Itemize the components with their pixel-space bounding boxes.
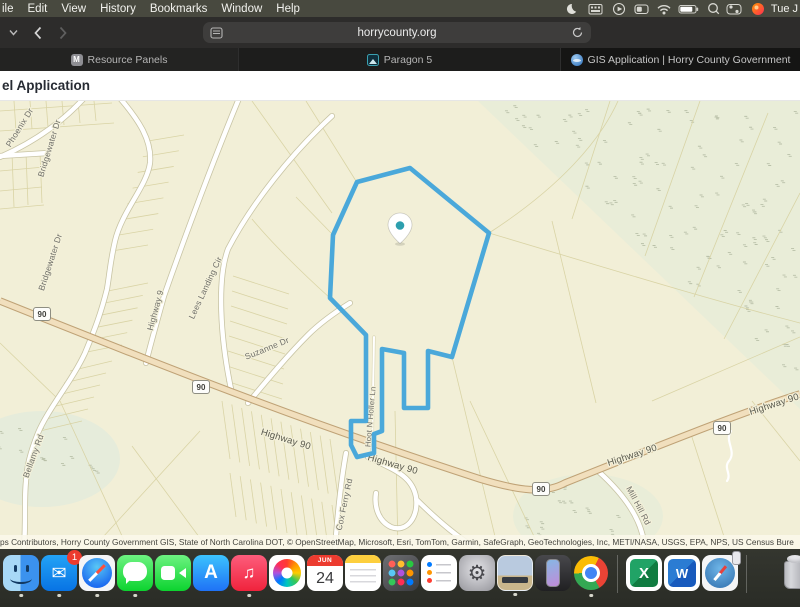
menu-items: ileEditViewHistoryBookmarksWindowHelp (0, 3, 307, 15)
menu-item-view[interactable]: View (54, 3, 93, 15)
map-viewport[interactable]: Phoenix DrBridgewater DrBridgewater DrBe… (0, 101, 800, 549)
word-icon[interactable]: W (664, 555, 700, 591)
dock: ✉ 1 A ♫ JUN 24 ⚙ X W (0, 549, 800, 607)
menu-item-window[interactable]: Window (214, 3, 269, 15)
tab-bar: M Resource Panels Paragon 5 GIS Applicat… (0, 48, 800, 71)
svg-text:90: 90 (38, 310, 47, 319)
tab-favicon-m: M (71, 54, 83, 66)
mail-icon[interactable]: ✉ 1 (41, 555, 77, 591)
photos-icon[interactable] (269, 555, 305, 591)
menu-item-help[interactable]: Help (269, 3, 307, 15)
tab-label: Paragon 5 (384, 54, 432, 66)
keyboard-grid-icon[interactable] (589, 4, 602, 14)
url-text[interactable]: horrycounty.org (223, 27, 571, 39)
page-header: el Application (0, 71, 800, 101)
running-dot (57, 594, 61, 598)
appstore-glyph: A (193, 555, 229, 591)
tab-favicon-paragon (367, 54, 379, 66)
excel-icon[interactable]: X (626, 555, 662, 591)
running-dot (95, 594, 99, 598)
menu-item-history[interactable]: History (93, 3, 143, 15)
music-note-glyph: ♫ (231, 555, 267, 591)
tab-label: GIS Application | Horry County Governmen… (588, 54, 791, 66)
reload-icon[interactable] (571, 26, 584, 39)
menu-item-bookmarks[interactable]: Bookmarks (143, 3, 215, 15)
forward-button[interactable] (57, 25, 69, 41)
chrome-icon[interactable] (573, 555, 609, 591)
messages-icon[interactable] (117, 555, 153, 591)
browser-toolbar: horrycounty.org (0, 17, 800, 48)
running-dot (589, 594, 593, 598)
menu-item-edit[interactable]: Edit (21, 3, 55, 15)
trash-icon[interactable] (777, 555, 800, 591)
tab-gis-application[interactable]: GIS Application | Horry County Governmen… (560, 48, 800, 71)
gis-map[interactable]: Phoenix DrBridgewater DrBridgewater DrBe… (0, 101, 800, 549)
battery-icon[interactable] (679, 5, 698, 13)
calendar-icon[interactable]: JUN 24 (307, 555, 343, 591)
reminders-icon[interactable] (421, 555, 457, 591)
notes-icon[interactable] (345, 555, 381, 591)
page-title: el Application (2, 78, 90, 93)
back-button[interactable] (32, 25, 44, 41)
dock-separator (746, 555, 747, 593)
map-attribution: ps Contributors, Horry County Government… (0, 535, 800, 549)
window-preview-icon[interactable] (497, 555, 533, 591)
highway-90-shield: 90 (193, 381, 210, 394)
svg-text:90: 90 (537, 485, 546, 494)
iphone-mirroring-icon[interactable] (535, 555, 571, 591)
menu-status-area: Tue J (563, 1, 798, 17)
reader-page-icon[interactable] (210, 27, 223, 39)
highway-90-shield: 90 (714, 422, 731, 435)
calendar-month: JUN (307, 555, 343, 566)
menu-clock[interactable]: Tue J (771, 3, 798, 15)
music-icon[interactable]: ♫ (231, 555, 267, 591)
finder-icon[interactable] (3, 555, 39, 591)
running-dot (19, 594, 23, 598)
app-colored-icon[interactable] (752, 3, 764, 15)
status-icons (563, 1, 767, 17)
url-bar[interactable]: horrycounty.org (203, 22, 591, 43)
wifi-icon[interactable] (658, 5, 670, 14)
tab-overview-chevron-icon[interactable] (8, 27, 19, 38)
svg-text:90: 90 (718, 424, 727, 433)
word-w-glyph: W (664, 555, 700, 591)
running-dot (247, 594, 251, 598)
tab-label: Resource Panels (88, 54, 168, 66)
dock-separator (617, 555, 618, 593)
highway-90-shield: 90 (34, 308, 51, 321)
facetime-icon[interactable] (155, 555, 191, 591)
tab-favicon-globe (571, 54, 583, 66)
search-icon[interactable] (709, 3, 719, 13)
control-center-icon[interactable] (727, 4, 741, 14)
calendar-day: 24 (307, 566, 343, 591)
app-store-icon[interactable]: A (193, 555, 229, 591)
display-toggle-icon[interactable] (635, 5, 648, 14)
highway-90-shield: 90 (533, 483, 550, 496)
launchpad-icon[interactable] (383, 555, 419, 591)
running-dot (133, 594, 137, 598)
tab-resource-panels[interactable]: M Resource Panels (0, 48, 238, 71)
svg-text:90: 90 (197, 383, 206, 392)
moon-icon[interactable] (567, 3, 576, 13)
phone-badge-icon (732, 551, 741, 565)
system-settings-icon[interactable]: ⚙ (459, 555, 495, 591)
running-dot (513, 593, 517, 597)
tab-paragon-5[interactable]: Paragon 5 (238, 48, 560, 71)
gear-glyph: ⚙ (459, 555, 495, 591)
menu-bar: ileEditViewHistoryBookmarksWindowHelp (0, 0, 800, 17)
menu-item-ile[interactable]: ile (0, 3, 21, 15)
safari-compass-icon[interactable] (702, 555, 738, 591)
play-circle-icon[interactable] (613, 3, 624, 14)
safari-icon[interactable] (79, 555, 115, 591)
excel-x-glyph: X (626, 555, 662, 591)
